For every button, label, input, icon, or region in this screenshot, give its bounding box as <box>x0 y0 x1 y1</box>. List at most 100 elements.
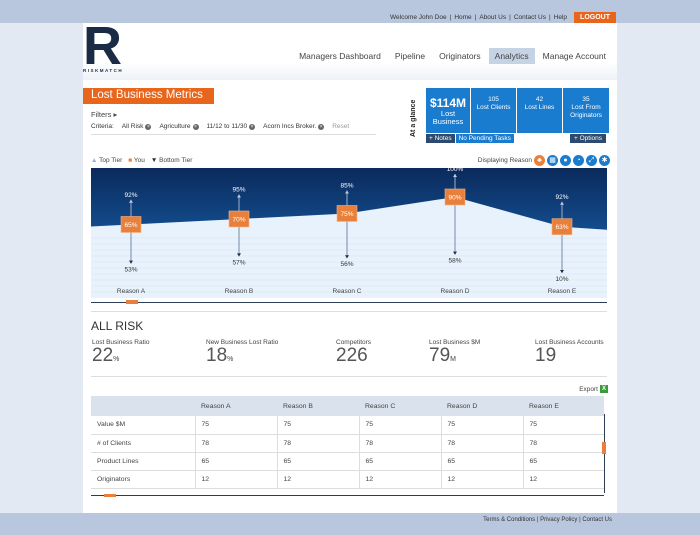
divider <box>91 376 607 377</box>
category-label: Reason D <box>441 288 470 295</box>
scroll-thumb[interactable] <box>602 442 606 454</box>
display-label: Displaying Reason <box>477 157 532 164</box>
help-link[interactable]: Help <box>554 14 567 21</box>
nav-pipeline[interactable]: Pipeline <box>389 48 431 64</box>
logo-text: RISKMATCH <box>83 68 124 73</box>
grid-icon[interactable]: ▦ <box>547 155 558 166</box>
glance-label: Lost Business <box>432 109 464 126</box>
pending-tasks[interactable]: No Pending Tasks <box>455 134 514 143</box>
you-label: 90% <box>448 195 461 202</box>
legend-label: Bottom Tier <box>159 157 193 164</box>
logo-mark: R <box>83 16 122 76</box>
bottom-tier-label: 56% <box>340 261 353 268</box>
table-cell: 65 <box>523 452 604 471</box>
table-cell: 75 <box>195 416 278 435</box>
stat-competitors: Competitors 226 <box>336 339 371 366</box>
glance-value: 42 <box>535 96 544 103</box>
scroll-thumb[interactable] <box>104 494 116 497</box>
table-cell: 12 <box>523 470 604 489</box>
terms-link[interactable]: Terms & Conditions <box>483 517 535 523</box>
nav-manage-account[interactable]: Manage Account <box>537 48 612 64</box>
column-header: Reason E <box>523 396 604 416</box>
remove-icon[interactable]: × <box>192 124 199 130</box>
main-nav: Managers Dashboard Pipeline Originators … <box>293 48 612 64</box>
table-cell: 78 <box>359 434 442 453</box>
table-cell: 78 <box>277 434 360 453</box>
table-vertical-scrollbar[interactable] <box>602 414 606 493</box>
table-header-row: Reason A Reason B Reason C Reason D Reas… <box>91 396 604 416</box>
legend-top-tier: ▲ Top Tier <box>91 157 122 164</box>
chart-scrollbar[interactable] <box>91 300 607 304</box>
glance-actions: + Notes No Pending Tasks <box>426 134 514 143</box>
row-label: Value $M <box>91 416 196 435</box>
glance-lost-business[interactable]: $114M Lost Business <box>426 88 470 133</box>
criteria-chip[interactable]: Acorn Incs Broker. × <box>263 123 325 130</box>
nav-originators[interactable]: Originators <box>433 48 487 64</box>
top-tier-label: 95% <box>232 187 245 194</box>
category-label: Reason C <box>333 288 362 295</box>
excel-icon: X <box>600 385 608 393</box>
stat-new-business-lost-ratio: New Business Lost Ratio 18% <box>206 339 278 366</box>
contact-link[interactable]: Contact Us <box>514 14 546 21</box>
top-tier-label: 85% <box>340 183 353 190</box>
criteria-chip[interactable]: 11/12 to 11/30 × <box>207 123 256 130</box>
filters-toggle[interactable]: Filters ▸ <box>91 110 117 119</box>
you-label: 70% <box>232 217 245 224</box>
table-cell: 75 <box>441 416 524 435</box>
glance-lost-lines[interactable]: 42 Lost Lines <box>517 88 562 133</box>
chip-label: All Risk <box>121 123 144 130</box>
table-horizontal-scrollbar[interactable] <box>91 494 604 497</box>
notes-button[interactable]: + Notes <box>426 134 455 143</box>
glance-lost-originators[interactable]: 35 Lost From Originators <box>563 88 609 133</box>
category-label: Reason E <box>548 288 577 295</box>
remove-icon[interactable]: × <box>145 124 152 130</box>
triangle-up-icon: ▲ <box>91 157 98 164</box>
remove-icon[interactable]: × <box>249 124 256 130</box>
snowflake-icon[interactable]: ✱ <box>599 155 610 166</box>
glance-lost-clients[interactable]: 105 Lost Clients <box>471 88 516 133</box>
chip-label: Agriculture <box>159 123 191 130</box>
table-cell: 12 <box>195 470 278 489</box>
about-link[interactable]: About Us <box>479 14 506 21</box>
reset-button[interactable]: Reset <box>332 123 349 130</box>
criteria-bar: Criteria: All Risk × Agriculture × 11/12 t… <box>91 123 376 135</box>
page-title: Lost Business Metrics <box>83 88 214 104</box>
criteria-chip[interactable]: All Risk × <box>122 123 152 130</box>
you-label: 75% <box>340 211 353 218</box>
table-cell: 65 <box>441 452 524 471</box>
privacy-link[interactable]: Privacy Policy <box>540 517 577 523</box>
expand-icon[interactable]: ⤢ <box>586 155 597 166</box>
glance-value: 105 <box>488 96 499 103</box>
display-reason: Displaying Reason ♣ ▦ ● ◔ ⤢ ✱ <box>478 155 610 166</box>
logout-button[interactable]: LOGOUT <box>574 12 616 23</box>
nav-managers-dashboard[interactable]: Managers Dashboard <box>293 48 387 64</box>
table-cell: 12 <box>441 470 524 489</box>
table-row: Value $M 75 75 75 75 75 <box>91 416 604 435</box>
export-button[interactable]: Export X <box>579 385 608 393</box>
square-icon: ■ <box>128 157 133 164</box>
legend-bottom-tier: ▼ Bottom Tier <box>151 157 192 164</box>
remove-icon[interactable]: × <box>318 124 325 130</box>
footer-contact-link[interactable]: Contact Us <box>582 517 612 523</box>
top-tier-label: 92% <box>124 192 137 199</box>
options-button[interactable]: + Options <box>570 134 607 143</box>
home-link[interactable]: Home <box>454 14 471 21</box>
bottom-tier-label: 57% <box>232 259 245 266</box>
table-cell: 78 <box>441 434 524 453</box>
org-chart-icon[interactable]: ♣ <box>534 155 545 166</box>
glance-value: 35 <box>582 96 590 103</box>
column-header: Reason B <box>277 396 359 416</box>
table-cell: 12 <box>277 470 360 489</box>
criteria-chip[interactable]: Agriculture × <box>159 123 199 130</box>
scroll-thumb[interactable] <box>126 300 138 304</box>
table-cell: 12 <box>359 470 442 489</box>
stat-unit: % <box>113 356 120 363</box>
stat-value: 18 <box>206 345 228 366</box>
person-icon[interactable]: ● <box>560 155 571 166</box>
at-a-glance-label: At a glance <box>410 99 417 137</box>
pie-icon[interactable]: ◔ <box>573 155 584 166</box>
nav-analytics[interactable]: Analytics <box>488 48 535 64</box>
glance-panel: $114M Lost Business 105 Lost Clients 42 Los… <box>426 88 609 133</box>
table-cell: 75 <box>359 416 442 435</box>
logo[interactable]: R RISKMATCH <box>83 16 133 76</box>
